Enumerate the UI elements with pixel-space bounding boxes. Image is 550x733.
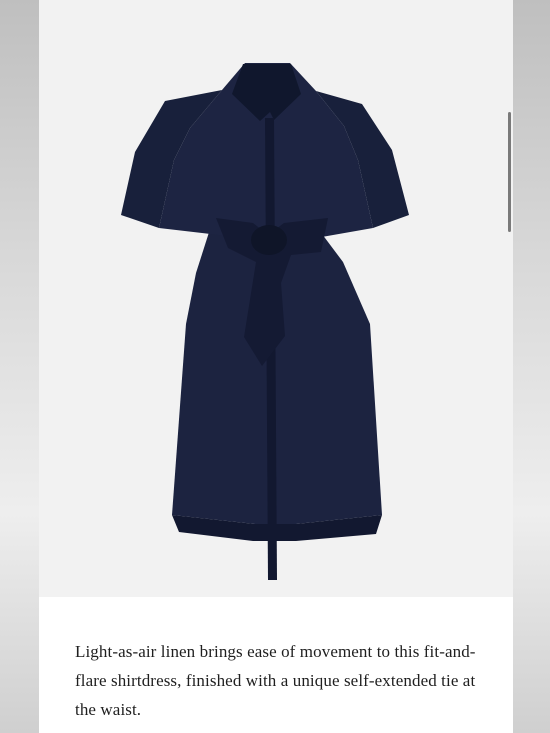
product-description-panel: Light-as-air linen brings ease of moveme… <box>39 597 513 733</box>
scrollbar-thumb[interactable] <box>508 112 511 232</box>
product-photo <box>39 0 513 597</box>
dress-tie-knot <box>251 225 287 255</box>
screen: Light-as-air linen brings ease of moveme… <box>0 0 550 733</box>
product-content[interactable]: Light-as-air linen brings ease of moveme… <box>39 0 513 733</box>
product-description: Light-as-air linen brings ease of moveme… <box>75 642 476 719</box>
right-margin-strip <box>513 0 550 733</box>
left-margin-strip <box>0 0 39 733</box>
navy-shirtdress-illustration <box>121 63 409 580</box>
